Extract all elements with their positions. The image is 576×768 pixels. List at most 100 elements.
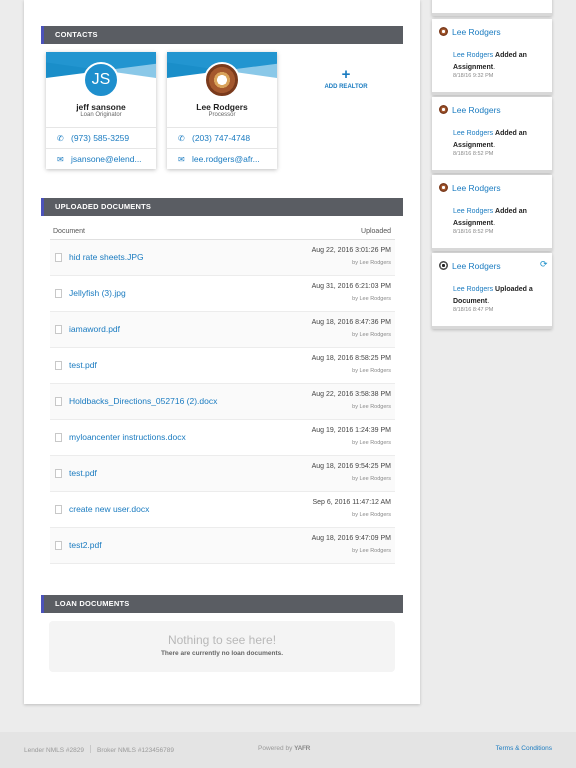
- user-avatar-icon: [439, 261, 448, 270]
- contact-card[interactable]: Lee Rodgers Processor ✆ (203) 747-4748 ✉ l…: [167, 52, 277, 169]
- footer: Lender NMLS #2829 Broker NMLS #123456789 …: [0, 732, 576, 768]
- contact-card[interactable]: JS jeff sansone Loan Originator ✆ (973) 5…: [46, 52, 156, 169]
- avatar: [204, 62, 240, 98]
- table-row[interactable]: test2.pdf Aug 18, 2016 9:47:09 PM by Lee R…: [50, 528, 395, 564]
- activity-actor-link[interactable]: Lee Rodgers: [453, 208, 493, 215]
- uploaded-by: by Lee Rodgers: [352, 296, 391, 302]
- activity-text: Lee Rodgers Added an Assignment.: [453, 208, 527, 227]
- table-body: hid rate sheets.JPG Aug 22, 2016 3:01:26 …: [50, 240, 395, 564]
- activity-user: Lee Rodgers: [452, 105, 501, 115]
- upload-date: Aug 18, 2016 9:54:25 PM: [311, 463, 391, 470]
- upload-date: Aug 18, 2016 8:58:25 PM: [311, 355, 391, 362]
- activity-actor-link[interactable]: Lee Rodgers: [453, 286, 493, 293]
- activity-time: 8/18/16 8:52 PM: [453, 151, 494, 157]
- activity-object: Assignment: [453, 219, 494, 227]
- contact-phone: (973) 585-3259: [71, 133, 130, 143]
- contacts-header: CONTACTS: [41, 26, 403, 44]
- avatar: JS: [83, 62, 119, 98]
- activity-actor-link[interactable]: Lee Rodgers: [453, 52, 493, 59]
- phone-icon: ✆: [178, 134, 185, 143]
- file-icon: [55, 505, 62, 514]
- upload-date: Aug 31, 2016 6:21:03 PM: [311, 283, 391, 290]
- activity-actor-link[interactable]: Lee Rodgers: [453, 130, 493, 137]
- contact-email-link[interactable]: ✉ lee.rodgers@afr...: [167, 148, 277, 169]
- contact-name: Lee Rodgers: [196, 102, 248, 112]
- contact-email-link[interactable]: ✉ jsansone@elend...: [46, 148, 156, 169]
- uploaded-by: by Lee Rodgers: [352, 512, 391, 518]
- contact-name: jeff sansone: [76, 102, 126, 112]
- uploaded-by: by Lee Rodgers: [352, 368, 391, 374]
- file-icon: [55, 469, 62, 478]
- uploaded-by: by Lee Rodgers: [352, 548, 391, 554]
- document-link[interactable]: test.pdf: [69, 360, 97, 370]
- activity-user-link[interactable]: Lee Rodgers: [439, 183, 501, 193]
- file-icon: [55, 253, 62, 262]
- table-row[interactable]: test.pdf Aug 18, 2016 8:58:25 PM by Lee Ro…: [50, 348, 395, 384]
- contact-role: Processor: [208, 112, 236, 118]
- document-link[interactable]: test2.pdf: [69, 540, 102, 550]
- uploaded-documents-header: UPLOADED DOCUMENTS: [41, 198, 403, 216]
- email-icon: ✉: [57, 155, 64, 164]
- uploaded-by: by Lee Rodgers: [352, 440, 391, 446]
- activity-user-link[interactable]: Lee Rodgers: [439, 27, 501, 37]
- document-link[interactable]: myloancenter instructions.docx: [69, 432, 186, 442]
- activity-action: Added an: [495, 208, 527, 215]
- contact-phone-link[interactable]: ✆ (203) 747-4748: [167, 127, 277, 148]
- table-row[interactable]: hid rate sheets.JPG Aug 22, 2016 3:01:26 …: [50, 240, 395, 276]
- table-row[interactable]: Holdbacks_Directions_052716 (2).docx Aug …: [50, 384, 395, 420]
- upload-date: Aug 22, 2016 3:58:38 PM: [311, 391, 391, 398]
- loan-documents-header: LOAN DOCUMENTS: [41, 595, 403, 613]
- activity-card: [432, 0, 552, 16]
- user-avatar-icon: [439, 183, 448, 192]
- document-link[interactable]: iamaword.pdf: [69, 324, 120, 334]
- activity-object: Document: [453, 297, 488, 305]
- refresh-icon[interactable]: ⟳: [540, 259, 548, 270]
- activity-user: Lee Rodgers: [452, 27, 501, 37]
- activity-user: Lee Rodgers: [452, 261, 501, 271]
- table-row[interactable]: iamaword.pdf Aug 18, 2016 8:47:36 PM by Le…: [50, 312, 395, 348]
- empty-state-title: Nothing to see here!: [167, 633, 277, 647]
- uploaded-by: by Lee Rodgers: [352, 260, 391, 266]
- document-link[interactable]: create new user.docx: [69, 504, 149, 514]
- main-panel: CONTACTS JS jeff sansone Loan Originator…: [24, 0, 420, 704]
- activity-time: 8/18/16 8:52 PM: [453, 229, 494, 235]
- file-icon: [55, 433, 62, 442]
- empty-state: Nothing to see here! There are currently…: [49, 621, 395, 672]
- contact-email: jsansone@elend...: [71, 154, 142, 164]
- document-link[interactable]: Holdbacks_Directions_052716 (2).docx: [69, 396, 217, 406]
- add-realtor-button[interactable]: + ADD REALTOR: [320, 66, 372, 90]
- activity-time: 8/18/16 9:32 PM: [453, 73, 494, 79]
- column-document: Document: [53, 228, 85, 235]
- brand-logo: YAFR: [294, 745, 311, 752]
- table-row[interactable]: Jellyfish (3).jpg Aug 31, 2016 6:21:03 PM…: [50, 276, 395, 312]
- table-row[interactable]: create new user.docx Sep 6, 2016 11:47:12…: [50, 492, 395, 528]
- activity-action: Added an: [495, 52, 527, 59]
- file-icon: [55, 361, 62, 370]
- contact-phone-link[interactable]: ✆ (973) 585-3259: [46, 127, 156, 148]
- activity-time: 8/18/16 8:47 PM: [453, 307, 494, 313]
- upload-date: Aug 18, 2016 8:47:36 PM: [311, 319, 391, 326]
- document-link[interactable]: test.pdf: [69, 468, 97, 478]
- activity-user-link[interactable]: Lee Rodgers: [439, 261, 501, 271]
- activity-card: Lee Rodgers Lee Rodgers Uploaded a Docume…: [432, 253, 552, 329]
- plus-icon: +: [341, 66, 351, 83]
- table-row[interactable]: test.pdf Aug 18, 2016 9:54:25 PM by Lee Ro…: [50, 456, 395, 492]
- footer-nmls: Lender NMLS #2829 Broker NMLS #123456789: [24, 745, 174, 754]
- activity-card: Lee Rodgers Lee Rodgers Added an Assignme…: [432, 19, 552, 95]
- activity-user-link[interactable]: Lee Rodgers: [439, 105, 501, 115]
- document-link[interactable]: Jellyfish (3).jpg: [69, 288, 126, 298]
- document-link[interactable]: hid rate sheets.JPG: [69, 252, 144, 262]
- activity-text: Lee Rodgers Added an Assignment.: [453, 130, 527, 149]
- email-icon: ✉: [178, 155, 185, 164]
- terms-link[interactable]: Terms & Conditions: [496, 745, 552, 752]
- powered-by-label: Powered by: [258, 745, 293, 752]
- contact-phone: (203) 747-4748: [192, 133, 251, 143]
- activity-object: Assignment: [453, 141, 494, 149]
- activity-action: Uploaded a: [495, 286, 533, 293]
- table-row[interactable]: myloancenter instructions.docx Aug 19, 20…: [50, 420, 395, 456]
- upload-date: Sep 6, 2016 11:47:12 AM: [312, 499, 392, 506]
- upload-date: Aug 22, 2016 3:01:26 PM: [311, 247, 391, 254]
- documents-table: Document Uploaded hid rate sheets.JPG Aug…: [50, 224, 395, 564]
- upload-date: Aug 18, 2016 9:47:09 PM: [311, 535, 391, 542]
- user-avatar-icon: [439, 105, 448, 114]
